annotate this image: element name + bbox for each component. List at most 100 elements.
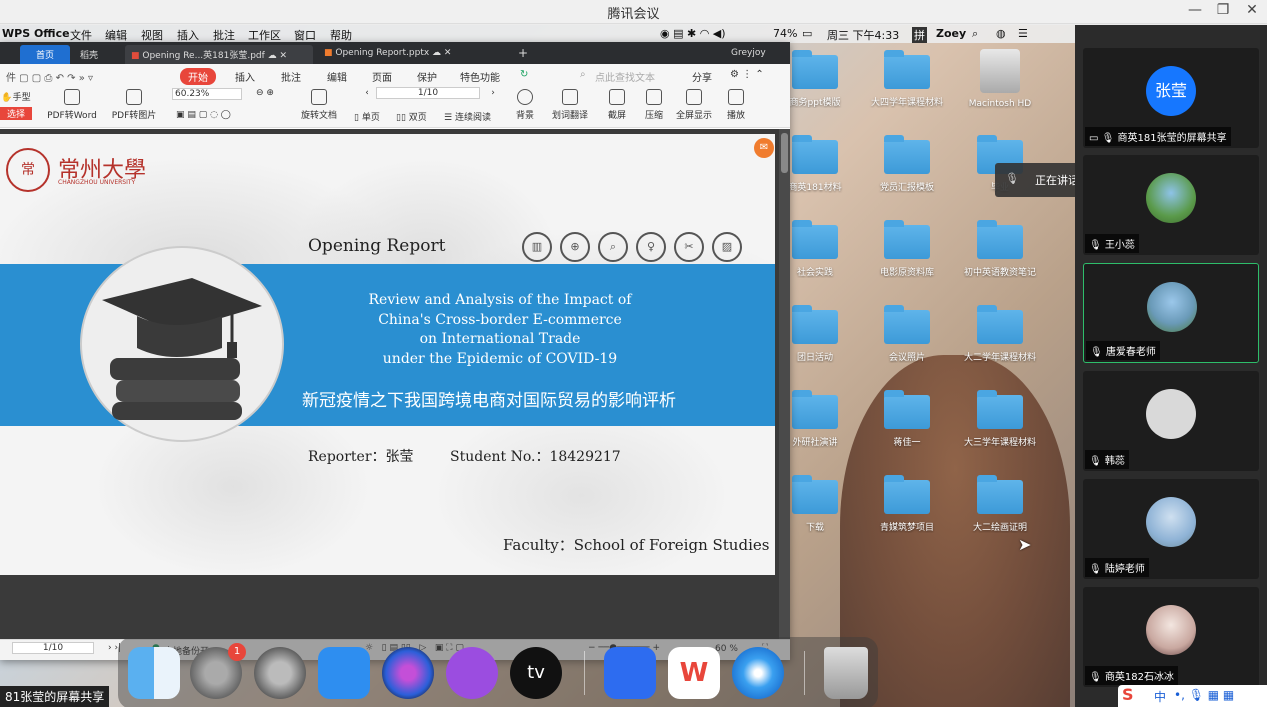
mac-menu-workspace[interactable]: 工作区 xyxy=(248,27,281,43)
control-center-icon[interactable]: ☰ xyxy=(1018,27,1028,40)
continuous-read-button[interactable]: ☰ 连续阅读 xyxy=(444,110,491,123)
zoom-select[interactable]: 60.23% xyxy=(172,88,242,100)
wps-icon[interactable]: W xyxy=(668,647,720,699)
tab-docer[interactable]: 稻壳 xyxy=(74,45,104,64)
tab-close-icon[interactable]: ☁ ✕ xyxy=(429,48,451,58)
desktop-icon[interactable]: 大三学年课程材料 xyxy=(955,390,1045,448)
next-page-icon[interactable]: › xyxy=(486,88,500,98)
mic-muted-icon: 🎙 xyxy=(1089,564,1105,575)
tool-play[interactable]: 播放 xyxy=(722,89,750,121)
participant-tile[interactable]: 🎙 陆婷老师 xyxy=(1083,479,1259,579)
mac-menu-window[interactable]: 窗口 xyxy=(294,27,316,43)
close-icon[interactable]: ✕ xyxy=(1239,2,1265,22)
desktop-icon[interactable]: 大四学年课程材料 xyxy=(862,50,952,108)
siri-app-icon[interactable] xyxy=(382,647,434,699)
tencent-meeting-icon[interactable] xyxy=(604,647,656,699)
menu-protect[interactable]: 保护 xyxy=(417,69,437,84)
input-method[interactable]: 拼 xyxy=(912,27,927,43)
desktop-icon[interactable]: 蒋佳一 xyxy=(862,390,952,448)
menu-page[interactable]: 页面 xyxy=(372,69,392,84)
status-page-input[interactable]: 1/10 xyxy=(12,642,94,654)
single-page-button[interactable]: ▯ 单页 xyxy=(354,110,380,123)
siri-icon[interactable]: ◍ xyxy=(996,27,1006,40)
account-name[interactable]: Greyjoy xyxy=(725,45,772,64)
desktop-icon[interactable]: 大二学年课程材料 xyxy=(955,305,1045,363)
comment-bubble-icon[interactable]: ✉ xyxy=(754,138,774,158)
menu-features[interactable]: 特色功能 xyxy=(460,69,500,84)
spotlight-icon[interactable]: ⌕ xyxy=(972,27,978,41)
wifi-icon[interactable]: ◉ ▤ ✱ ◠ ◀) xyxy=(660,27,726,40)
participant-tile[interactable]: 🎙 商英182石冰冰 xyxy=(1083,587,1259,687)
tab-pptx[interactable]: ■ Opening Report.pptx ☁ ✕ xyxy=(318,45,508,64)
participant-tile[interactable]: 🎙 王小蕊 xyxy=(1083,155,1259,255)
tool-pdf-to-image[interactable]: PDF转图片 xyxy=(108,89,160,121)
participant-name: ▭ 🎙 商英181张莹的屏幕共享 xyxy=(1085,127,1231,146)
sogou-logo-icon[interactable]: S xyxy=(1122,685,1134,704)
desktop-icon[interactable]: Macintosh HD xyxy=(955,49,1045,109)
desktop-icon[interactable]: 电影原资料库 xyxy=(862,220,952,278)
double-page-button[interactable]: ▯▯ 双页 xyxy=(396,110,427,123)
maximize-icon[interactable]: ❐ xyxy=(1210,2,1236,22)
tool-select[interactable]: 选择 xyxy=(0,107,32,120)
tool-fullscreen[interactable]: 全屏显示 xyxy=(674,89,714,121)
mac-menu-insert[interactable]: 插入 xyxy=(177,27,199,43)
desktop-icon[interactable]: 大二绘画证明 xyxy=(955,475,1045,533)
tab-close-icon[interactable]: ☁ ✕ xyxy=(265,51,287,61)
menu-insert[interactable]: 插入 xyxy=(235,69,255,84)
mac-menu-help[interactable]: 帮助 xyxy=(330,27,352,43)
minimize-icon[interactable]: — xyxy=(1182,2,1208,22)
quick-access-icons[interactable]: 件 ▢ ▢ ⎙ ↶ ↷ » ▿ xyxy=(6,69,93,84)
mac-menu-comment[interactable]: 批注 xyxy=(213,27,235,43)
tool-pdf-to-word[interactable]: PDF转Word xyxy=(42,89,102,121)
prev-page-icon[interactable]: ‹ xyxy=(360,88,374,98)
desktop-icon[interactable]: 党员汇报模板 xyxy=(862,135,952,193)
trash-icon[interactable] xyxy=(824,647,868,699)
safari-icon[interactable] xyxy=(732,647,784,699)
launchpad-icon[interactable] xyxy=(254,647,306,699)
desktop-icon[interactable]: 初中英语教资笔记 xyxy=(955,220,1045,278)
menu-comment[interactable]: 批注 xyxy=(281,69,301,84)
ime-tools-icons[interactable]: •, 🎙 ▦ ▦ xyxy=(1174,688,1234,702)
rotate-icon xyxy=(311,89,327,105)
tools-icon: ✂ xyxy=(674,232,704,262)
tool-screenshot[interactable]: 截屏 xyxy=(602,89,632,121)
tool-compress[interactable]: 压缩 xyxy=(640,89,668,121)
document-viewer[interactable]: 常 常州大學 CHANGZHOU UNIVERSITY ✉ Opening Re… xyxy=(0,129,790,639)
mac-menu-edit[interactable]: 编辑 xyxy=(105,27,127,43)
desktop-icon[interactable]: 青媒筑梦项目 xyxy=(862,475,952,533)
tab-pdf[interactable]: ■ Opening Re...英181张莹.pdf ☁ ✕ xyxy=(125,45,313,64)
tool-hand[interactable]: ✋手型 xyxy=(0,90,32,103)
ime-language[interactable]: 中 xyxy=(1154,688,1166,705)
zoom-icons[interactable]: ⊖ ⊕ xyxy=(256,88,274,98)
participant-tile[interactable]: 🎙 韩蕊 xyxy=(1083,371,1259,471)
apple-tv-icon[interactable]: tv xyxy=(510,647,562,699)
share-button[interactable]: 分享 xyxy=(692,69,712,84)
menu-start[interactable]: 开始 xyxy=(180,68,216,85)
qq-icon[interactable] xyxy=(318,647,370,699)
tool-rotate[interactable]: 旋转文档 xyxy=(298,89,340,121)
battery-icon[interactable]: ▭ xyxy=(802,27,812,40)
magnifier-icon: ⌕ xyxy=(598,232,628,262)
menu-edit[interactable]: 编辑 xyxy=(327,69,347,84)
mac-menu-file[interactable]: 文件 xyxy=(70,27,92,43)
page-input[interactable]: 1/10 xyxy=(376,87,480,99)
view-icons[interactable]: ▣ ▤ ▢ ◌ ◯ xyxy=(176,110,231,120)
participant-tile-active[interactable]: 🎙 唐爱春老师 xyxy=(1083,263,1259,363)
scrollbar[interactable] xyxy=(779,129,790,639)
clock[interactable]: 周三 下午4:33 xyxy=(827,27,899,43)
tool-translate[interactable]: 划词翻译 xyxy=(550,89,590,121)
sync-icon[interactable]: ↻ xyxy=(520,69,528,80)
finder-icon[interactable] xyxy=(128,647,180,699)
tab-home[interactable]: 首页 xyxy=(20,45,70,64)
participant-tile[interactable]: 张莹 ▭ 🎙 商英181张莹的屏幕共享 xyxy=(1083,48,1259,148)
more-icons[interactable]: ⚙ ⋮ ⌃ xyxy=(730,69,764,80)
search-input[interactable]: 点此查找文本 xyxy=(595,69,655,84)
mac-user[interactable]: Zoey xyxy=(936,27,966,40)
new-tab-icon[interactable]: + xyxy=(512,43,534,62)
desktop-icon[interactable]: 会议照片 xyxy=(862,305,952,363)
tool-background[interactable]: 背景 xyxy=(510,89,540,121)
mic-icon: 🎙 xyxy=(1089,240,1105,251)
mac-menu-view[interactable]: 视图 xyxy=(141,27,163,43)
mac-app-name[interactable]: WPS Office xyxy=(2,27,70,40)
podcasts-icon[interactable] xyxy=(446,647,498,699)
